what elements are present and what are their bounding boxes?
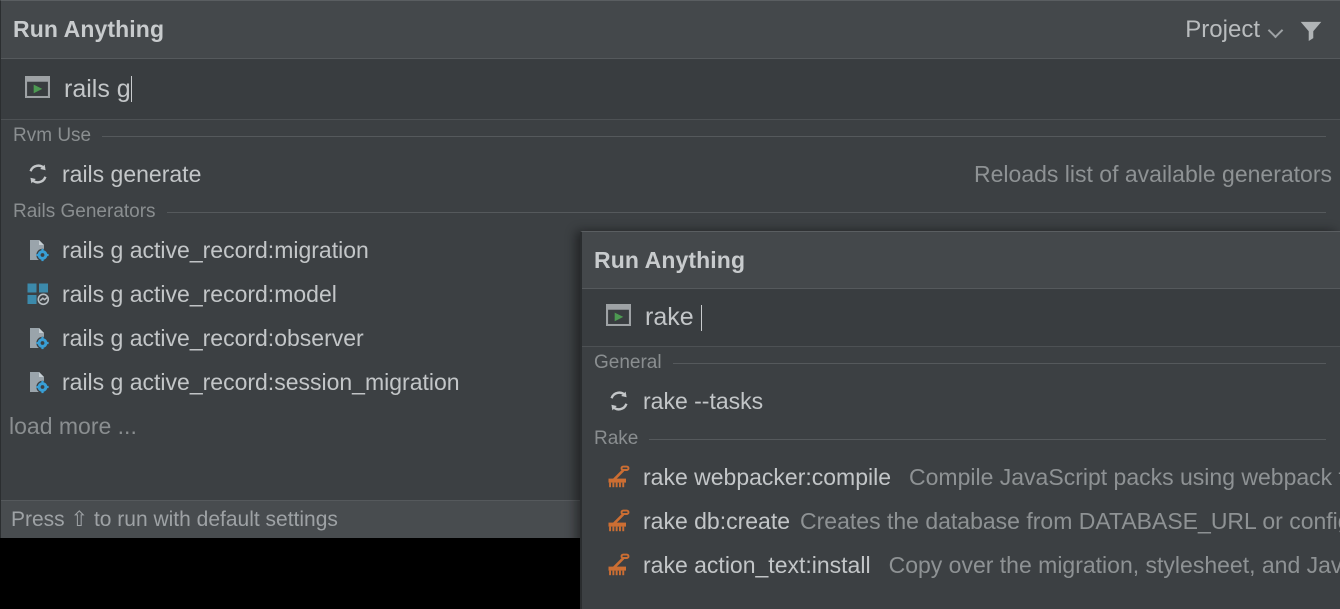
results-list: General rake --tasks Rake [582, 347, 1340, 587]
list-item-command: rake db:create [643, 508, 790, 535]
list-item[interactable]: rake --tasks [582, 379, 1340, 423]
list-item[interactable]: rake webpacker:compile Compile JavaScrip… [582, 455, 1340, 499]
list-item-command: rails generate [62, 161, 201, 188]
run-anything-dialog-rake: Run Anything rake General [580, 231, 1340, 609]
group-header-rvm-use: Rvm Use [1, 120, 1340, 152]
list-item[interactable]: rails generate Reloads list of available… [1, 152, 1340, 196]
rake-icon [606, 508, 632, 534]
filter-icon[interactable] [1298, 17, 1324, 43]
group-header-label: Rake [594, 428, 638, 450]
dialog-header: Run Anything Project [1, 1, 1340, 59]
refresh-icon [606, 388, 632, 414]
group-header-label: Rails Generators [13, 201, 156, 223]
list-item-description: Compile JavaScript packs using webpack f… [891, 464, 1340, 491]
search-input[interactable]: rake [645, 305, 701, 330]
text-caret [131, 76, 133, 102]
page-title: Run Anything [13, 16, 164, 43]
dialog-header: Run Anything [582, 232, 1340, 289]
group-header-general: General [582, 347, 1340, 379]
run-console-icon [606, 304, 645, 331]
file-gear-icon [25, 369, 51, 395]
page-title: Run Anything [594, 247, 745, 274]
scope-selector-label: Project [1185, 16, 1260, 44]
group-header-rails-generators: Rails Generators [1, 196, 1340, 228]
list-item-description: Copy over the migration, stylesheet, and… [871, 552, 1340, 579]
group-divider [673, 363, 1326, 364]
list-item[interactable]: rake action_text:install Copy over the m… [582, 543, 1340, 587]
list-item-command: rake webpacker:compile [643, 464, 891, 491]
footer-hint: Press ⇧ to run with default settings [11, 507, 338, 532]
rake-icon [606, 464, 632, 490]
screen-root: Run Anything Project [0, 0, 1340, 609]
file-gear-icon [25, 237, 51, 263]
search-input[interactable]: rails g [64, 77, 131, 102]
list-item[interactable]: rake db:create Creates the database from… [582, 499, 1340, 543]
group-header-rake: Rake [582, 423, 1340, 455]
list-item-command: rake --tasks [643, 388, 763, 415]
group-header-label: General [594, 352, 662, 374]
list-item-command: rails g active_record:session_migration [62, 369, 460, 396]
run-console-icon [25, 76, 64, 103]
group-divider [167, 212, 1326, 213]
group-header-label: Rvm Use [13, 125, 91, 147]
refresh-icon [25, 161, 51, 187]
list-item-description: Reloads list of available generators [956, 161, 1332, 188]
list-item-command: rails g active_record:model [62, 281, 337, 308]
scope-selector[interactable]: Project [1185, 16, 1284, 44]
text-caret [701, 305, 703, 331]
list-item-command: rails g active_record:migration [62, 237, 369, 264]
rake-icon [606, 552, 632, 578]
search-row[interactable]: rails g [1, 59, 1340, 120]
dialog-footer: Press ⇧ to run with default settings [1, 500, 581, 538]
list-item-command: rake action_text:install [643, 552, 871, 579]
list-item-description: Creates the database from DATABASE_URL o… [800, 508, 1340, 535]
group-divider [649, 439, 1326, 440]
model-grid-icon [25, 281, 51, 307]
load-more-label: load more ... [9, 413, 137, 440]
list-item-command: rails g active_record:observer [62, 325, 364, 352]
chevron-down-icon [1269, 24, 1284, 39]
search-row[interactable]: rake [582, 289, 1340, 347]
group-divider [102, 136, 1326, 137]
header-actions: Project [1185, 16, 1324, 44]
file-gear-icon [25, 325, 51, 351]
